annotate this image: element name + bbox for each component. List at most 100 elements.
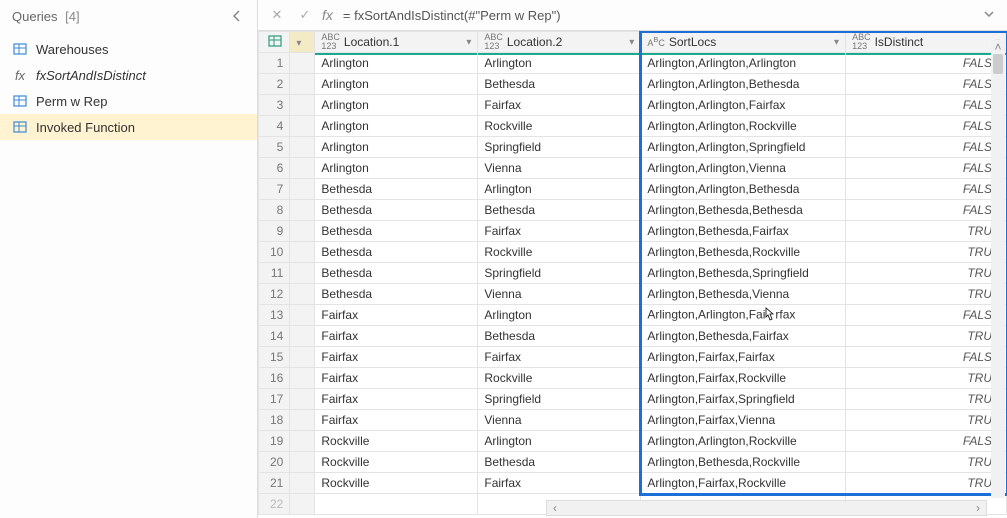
cell[interactable]: Vienna	[478, 284, 641, 305]
table-row[interactable]: 11BethesdaSpringfieldArlington,Bethesda,…	[259, 263, 1007, 284]
cell[interactable]: Arlington,Arlington,Fairfax	[641, 95, 846, 116]
cell[interactable]: Arlington,Bethesda,Rockville	[641, 242, 846, 263]
cell[interactable]: Fairfax	[478, 95, 641, 116]
cell[interactable]: Fairfax	[315, 389, 478, 410]
cell[interactable]: Arlington,Fairfax,Rockville	[641, 473, 846, 494]
sidebar-item-invoked-function[interactable]: Invoked Function	[0, 114, 257, 140]
sidebar-item-fxsortandisdistinct[interactable]: fxfxSortAndIsDistinct	[0, 62, 257, 88]
formula-input[interactable]	[339, 6, 973, 25]
cell[interactable]: Arlington,Fairfax,Rockville	[641, 368, 846, 389]
cell[interactable]: Fairfax	[315, 410, 478, 431]
scroll-up-icon[interactable]: ˄	[991, 40, 1005, 54]
accept-formula-button[interactable]: ✓	[294, 4, 316, 26]
row-number[interactable]: 11	[259, 263, 290, 284]
table-row[interactable]: 5ArlingtonSpringfieldArlington,Arlington…	[259, 137, 1007, 158]
table-row[interactable]: 7BethesdaArlingtonArlington,Arlington,Be…	[259, 179, 1007, 200]
row-number[interactable]: 2	[259, 74, 290, 95]
row-number[interactable]: 22	[259, 494, 290, 515]
column-header-isdistinct[interactable]: ABC123 IsDistinct ▾	[846, 32, 1007, 53]
table-row[interactable]: 10BethesdaRockvilleArlington,Bethesda,Ro…	[259, 242, 1007, 263]
row-number[interactable]: 6	[259, 158, 290, 179]
cell[interactable]: Fairfax	[478, 347, 641, 368]
data-grid[interactable]: ▾ ABC123 Location.1 ▾ ABC123 Location.2 …	[258, 31, 1007, 515]
cell[interactable]: FALSE	[846, 137, 1007, 158]
row-number[interactable]: 20	[259, 452, 290, 473]
row-number[interactable]: 1	[259, 53, 290, 74]
scroll-right-icon[interactable]: ›	[970, 501, 986, 515]
row-number[interactable]: 8	[259, 200, 290, 221]
row-number[interactable]: 5	[259, 137, 290, 158]
vertical-scrollbar[interactable]: ˄	[991, 40, 1005, 498]
cell[interactable]: Vienna	[478, 410, 641, 431]
table-row[interactable]: 8BethesdaBethesdaArlington,Bethesda,Beth…	[259, 200, 1007, 221]
cell[interactable]: TRUE	[846, 242, 1007, 263]
cell[interactable]: Rockville	[315, 431, 478, 452]
scroll-left-icon[interactable]: ‹	[547, 501, 563, 515]
cell[interactable]: Fairfax	[315, 347, 478, 368]
table-row[interactable]: 18 FairfaxViennaArlington,Fairfax,ViennaT…	[259, 410, 1007, 431]
cell[interactable]: TRUE	[846, 410, 1007, 431]
cell[interactable]: Arlington,Bethesda,Fairfax	[641, 326, 846, 347]
table-row[interactable]: 20RockvilleBethesdaArlington,Bethesda,Ro…	[259, 452, 1007, 473]
cell[interactable]: FALSE	[846, 74, 1007, 95]
row-number[interactable]: 9	[259, 221, 290, 242]
cell[interactable]: Fairfax	[315, 326, 478, 347]
cell[interactable]: FALSE	[846, 431, 1007, 452]
expand-formula-icon[interactable]	[979, 8, 999, 23]
cell[interactable]: Rockville	[478, 242, 641, 263]
table-row[interactable]: 16FairfaxRockvilleArlington,Fairfax,Rock…	[259, 368, 1007, 389]
cell[interactable]: Arlington,Bethesda,Rockville	[641, 452, 846, 473]
cell[interactable]: Fairfax	[315, 305, 478, 326]
table-row[interactable]: 14FairfaxBethesdaArlington,Bethesda,Fair…	[259, 326, 1007, 347]
cell[interactable]: Arlington	[315, 116, 478, 137]
table-row[interactable]: 21RockvilleFairfaxArlington,Fairfax,Rock…	[259, 473, 1007, 494]
cell[interactable]: Arlington	[478, 305, 641, 326]
table-corner-button[interactable]	[259, 32, 290, 53]
cell[interactable]: FALSE	[846, 200, 1007, 221]
cell[interactable]: Arlington,Arlington,Fairfax	[641, 305, 846, 326]
row-number[interactable]: 7	[259, 179, 290, 200]
cell[interactable]: Bethesda	[478, 200, 641, 221]
cell[interactable]: Arlington	[478, 179, 641, 200]
scroll-thumb[interactable]	[993, 54, 1003, 74]
cell[interactable]: Rockville	[478, 116, 641, 137]
table-row[interactable]: 6ArlingtonViennaArlington,Arlington,Vien…	[259, 158, 1007, 179]
table-row[interactable]: 17FairfaxSpringfieldArlington,Fairfax,Sp…	[259, 389, 1007, 410]
cell[interactable]: Arlington	[478, 431, 641, 452]
cell[interactable]: Arlington,Arlington,Springfield	[641, 137, 846, 158]
cell[interactable]: Bethesda	[478, 452, 641, 473]
row-selector-header[interactable]: ▾	[290, 32, 315, 53]
filter-icon[interactable]: ▾	[466, 37, 471, 48]
cell[interactable]: Arlington,Arlington,Vienna	[641, 158, 846, 179]
table-row[interactable]: 4ArlingtonRockvilleArlington,Arlington,R…	[259, 116, 1007, 137]
cell[interactable]: TRUE	[846, 452, 1007, 473]
cell[interactable]: FALSE	[846, 116, 1007, 137]
cancel-formula-button[interactable]: ✕	[266, 4, 288, 26]
cell[interactable]: Bethesda	[478, 326, 641, 347]
table-row[interactable]: 13FairfaxArlingtonArlington,Arlington,Fa…	[259, 305, 1007, 326]
table-row[interactable]: 9BethesdaFairfaxArlington,Bethesda,Fairf…	[259, 221, 1007, 242]
cell[interactable]: TRUE	[846, 368, 1007, 389]
cell[interactable]: Arlington	[478, 53, 641, 74]
row-number[interactable]: 4	[259, 116, 290, 137]
cell[interactable]: Arlington	[315, 158, 478, 179]
cell[interactable]: FALSE	[846, 347, 1007, 368]
cell[interactable]: TRUE	[846, 326, 1007, 347]
cell[interactable]: TRUE	[846, 389, 1007, 410]
cell[interactable]: Springfield	[478, 263, 641, 284]
row-number[interactable]: 18	[259, 410, 290, 431]
cell[interactable]: TRUE	[846, 221, 1007, 242]
cell[interactable]: Arlington,Arlington,Arlington	[641, 53, 846, 74]
cell[interactable]: Arlington,Fairfax,Springfield	[641, 389, 846, 410]
cell[interactable]: Arlington,Fairfax,Vienna	[641, 410, 846, 431]
cell[interactable]: Bethesda	[315, 221, 478, 242]
filter-icon[interactable]: ▾	[296, 38, 301, 49]
cell[interactable]: Bethesda	[315, 200, 478, 221]
collapse-sidebar-icon[interactable]	[229, 8, 245, 24]
row-number[interactable]: 10	[259, 242, 290, 263]
cell[interactable]: Arlington	[315, 74, 478, 95]
cell[interactable]: Arlington,Arlington,Bethesda	[641, 74, 846, 95]
cell[interactable]: Springfield	[478, 137, 641, 158]
cell[interactable]: FALSE	[846, 179, 1007, 200]
cell[interactable]: Arlington,Bethesda,Vienna	[641, 284, 846, 305]
